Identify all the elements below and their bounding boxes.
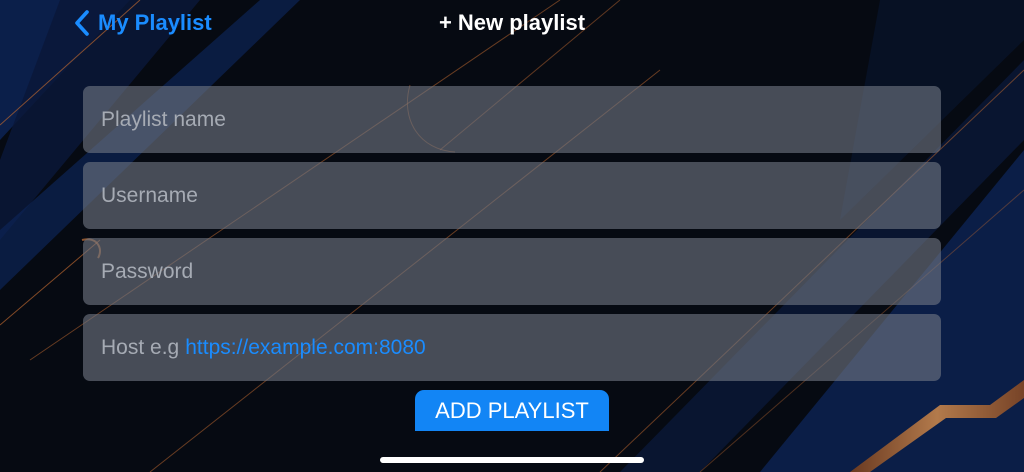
new-playlist-screen: My Playlist + New playlist Playlist name… — [0, 0, 1024, 472]
host-placeholder-example: https://example.com:8080 — [185, 335, 426, 359]
back-button[interactable]: My Playlist — [74, 8, 212, 38]
password-placeholder: Password — [101, 259, 194, 283]
add-playlist-button-label: ADD PLAYLIST — [435, 397, 589, 423]
navigation-bar: My Playlist + New playlist — [0, 0, 1024, 46]
playlist-name-field[interactable]: Playlist name — [83, 86, 941, 153]
host-field[interactable]: Host e.g https://example.com:8080 — [83, 314, 941, 381]
username-placeholder: Username — [101, 183, 198, 207]
home-indicator — [380, 457, 644, 463]
back-button-label: My Playlist — [98, 10, 212, 35]
chevron-left-icon — [75, 10, 89, 36]
playlist-name-placeholder: Playlist name — [101, 107, 226, 131]
host-placeholder-prefix: Host e.g — [101, 335, 180, 359]
new-playlist-form: Playlist name Username Password Host e.g… — [83, 86, 941, 390]
password-field[interactable]: Password — [83, 238, 941, 305]
add-playlist-button[interactable]: ADD PLAYLIST — [415, 390, 609, 431]
username-field[interactable]: Username — [83, 162, 941, 229]
